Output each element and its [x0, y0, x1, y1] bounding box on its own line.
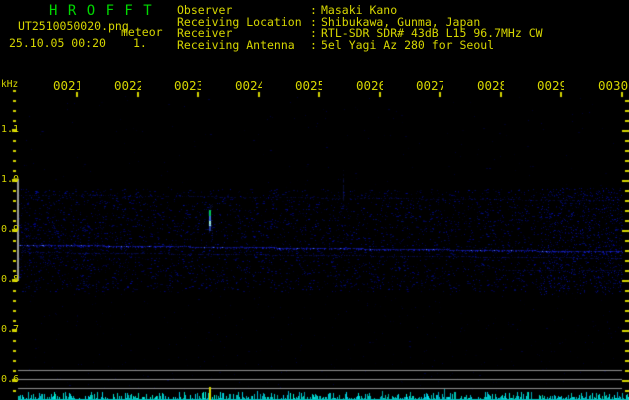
- x-axis-tick-label: 0023: [174, 80, 201, 93]
- x-axis-tick-label: 0025: [295, 80, 322, 93]
- output-filename: UT2510050020.png: [18, 19, 129, 33]
- x-axis-tick-label: 0028: [477, 80, 504, 93]
- app-title: H R O F F T: [49, 3, 153, 19]
- x-axis-tick-label: 0030: [598, 80, 629, 93]
- y-axis-tick-label: 1.1: [1, 124, 20, 135]
- y-axis-tick-label: 0.9: [1, 224, 20, 235]
- spectrogram-canvas: [0, 0, 629, 400]
- station-info-row: Receiving Antenna:5el Yagi Az 280 for Se…: [177, 38, 629, 53]
- info-label: Receiving Antenna: [177, 38, 295, 53]
- y-axis-unit-label: kHz: [1, 79, 19, 90]
- y-axis-tick-label: 1.0: [1, 174, 20, 185]
- info-value: 5el Yagi Az 280 for Seoul: [321, 38, 495, 53]
- x-axis-tick-label: 0024: [235, 80, 262, 93]
- meteor-count: 1.: [133, 36, 147, 50]
- x-axis-tick-label: 0026: [356, 80, 383, 93]
- x-axis-tick-label: 0022: [114, 80, 141, 93]
- x-axis-tick-label: 0021: [53, 80, 80, 93]
- y-axis-tick-label: 0.8: [1, 274, 20, 285]
- hrofft-output: H R O F F T UT2510050020.png meteor 25.1…: [0, 0, 629, 400]
- observation-datetime: 25.10.05 00:20: [9, 36, 106, 50]
- y-axis-tick-label: 0.6: [1, 374, 20, 385]
- x-axis-tick-label: 0027: [416, 80, 443, 93]
- info-separator: :: [310, 38, 317, 53]
- x-axis-tick-label: 0029: [537, 80, 564, 93]
- y-axis-tick-label: 0.7: [1, 324, 20, 335]
